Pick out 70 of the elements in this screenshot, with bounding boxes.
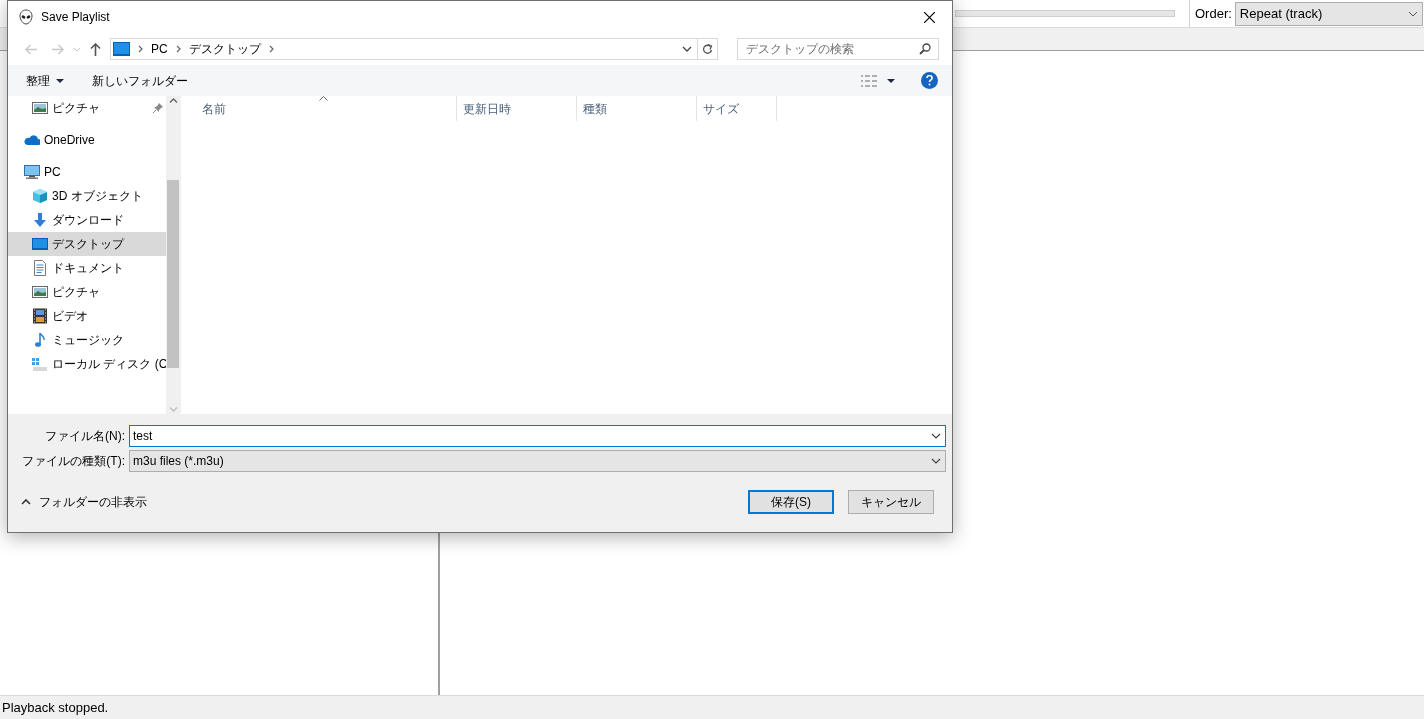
cancel-button[interactable]: キャンセル (848, 490, 934, 514)
file-name-field[interactable]: test (129, 425, 946, 447)
music-note-icon (32, 332, 48, 348)
pin-icon[interactable] (153, 103, 163, 113)
search-icon (919, 43, 931, 55)
refresh-icon (702, 43, 713, 55)
chevron-down-icon (73, 46, 81, 52)
details-view-icon (861, 74, 877, 87)
column-header[interactable]: サイズ (697, 96, 777, 121)
organize-button[interactable]: 整理 (26, 68, 64, 93)
nav-item[interactable]: OneDrive (8, 128, 166, 152)
nav-item[interactable]: ローカル ディスク (C (8, 352, 166, 376)
status-text: Playback stopped. (2, 698, 109, 717)
file-type-label: ファイルの種類(T): (21, 453, 126, 470)
document-icon (32, 260, 48, 276)
nav-item[interactable]: PC (8, 160, 166, 184)
chevron-right-icon[interactable] (175, 45, 181, 53)
nav-item[interactable]: 3D オブジェクト (8, 184, 166, 208)
address-bar[interactable]: PC デスクトップ (110, 38, 718, 60)
breadcrumb-item[interactable]: デスクトップ (188, 40, 261, 58)
column-header[interactable]: 更新日時 (457, 96, 577, 121)
nav-item[interactable]: ドキュメント (8, 256, 166, 280)
file-name-label: ファイル名(N): (44, 428, 126, 445)
help-button[interactable] (921, 72, 938, 89)
desktop-icon (113, 42, 130, 56)
nav-item[interactable]: ビデオ (8, 304, 166, 328)
up-arrow-icon (89, 42, 101, 56)
drive-icon (32, 356, 48, 372)
nav-item[interactable]: ミュージック (8, 328, 166, 352)
caret-icon (56, 78, 64, 83)
chevron-down-icon (168, 407, 178, 412)
chevron-down-icon[interactable] (931, 433, 941, 439)
download-arrow-icon (32, 212, 48, 228)
chevron-up-icon (168, 98, 178, 103)
film-icon (32, 308, 48, 324)
new-folder-button[interactable]: 新しいフォルダー (92, 68, 188, 93)
order-label: Order: (1195, 4, 1232, 23)
chevron-right-icon[interactable] (138, 45, 143, 53)
monitor-icon (24, 164, 40, 180)
hide-folders-button[interactable]: フォルダーの非表示 (21, 493, 147, 511)
chevron-down-icon (1407, 10, 1418, 17)
chevron-right-icon[interactable] (268, 45, 274, 53)
nav-item[interactable]: ピクチャ (8, 96, 166, 120)
chevron-down-icon (931, 458, 941, 464)
close-icon (923, 11, 935, 23)
pictures-icon (32, 284, 48, 300)
column-header[interactable]: 名前 (181, 96, 457, 121)
caret-icon (887, 78, 895, 83)
window-title: Save Playlist (41, 9, 110, 26)
cube-icon (32, 188, 48, 204)
nav-item[interactable]: ダウンロード (8, 208, 166, 232)
cloud-icon (24, 132, 40, 148)
alien-icon (18, 9, 34, 25)
chevron-up-icon (21, 499, 31, 505)
desktop-icon (32, 236, 48, 252)
search-field[interactable]: デスクトップの検索 (737, 38, 939, 60)
scrollbar[interactable] (166, 96, 180, 414)
forward-arrow-icon (50, 43, 64, 55)
nav-item[interactable]: デスクトップ (8, 232, 166, 256)
back-arrow-icon (24, 43, 38, 55)
column-header[interactable]: 種類 (577, 96, 697, 121)
save-button[interactable]: 保存(S) (748, 490, 834, 514)
breadcrumb-item[interactable]: PC (151, 40, 168, 58)
order-dropdown[interactable]: Repeat (track) (1234, 1, 1423, 26)
pictures-icon (32, 100, 48, 116)
scrollbar-thumb[interactable] (167, 180, 179, 368)
help-icon (926, 75, 933, 86)
file-type-dropdown[interactable]: m3u files (*.m3u) (129, 450, 946, 472)
chevron-down-icon[interactable] (682, 46, 692, 52)
nav-item[interactable]: ピクチャ (8, 280, 166, 304)
